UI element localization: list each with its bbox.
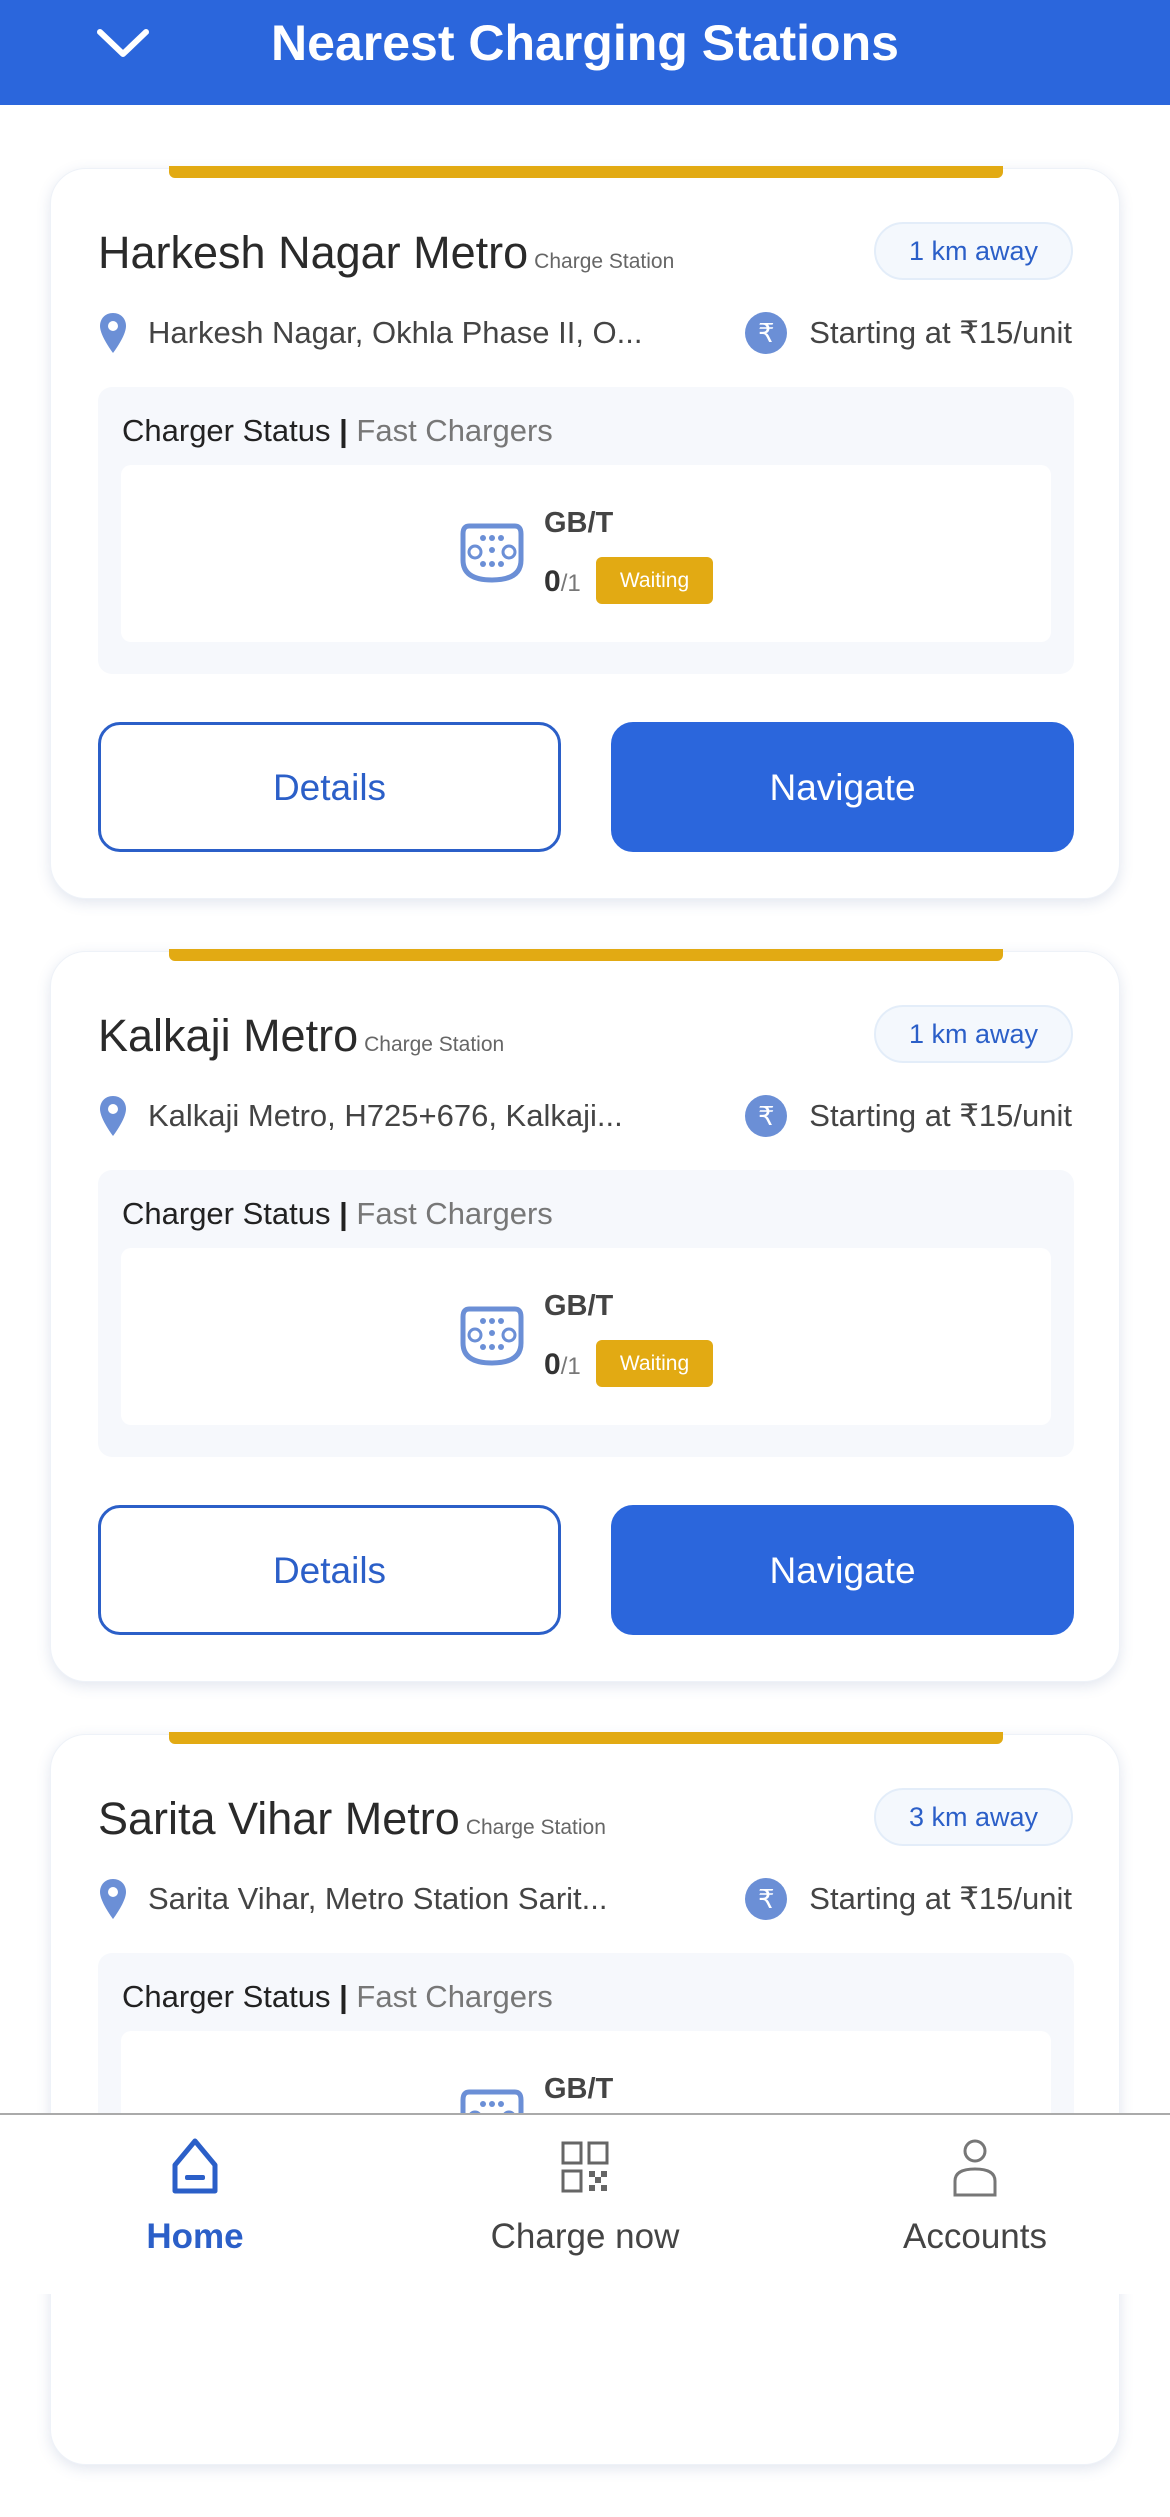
charger-status-panel: Charger Status | Fast Chargers GB/T 0/1 … (98, 1170, 1074, 1457)
charger-type: GB/T (544, 1290, 614, 1322)
nav-home[interactable]: Home (0, 2115, 390, 2296)
station-type: Charge Station (465, 1816, 606, 1839)
card-accent-bar (169, 949, 1003, 961)
distance-badge: 1 km away (874, 1005, 1073, 1063)
nav-charge-now-label: Charge now (490, 2217, 680, 2256)
station-address: Kalkaji Metro, H725+676, Kalkaji... (148, 1098, 623, 1133)
station-type: Charge Station (364, 1033, 505, 1056)
charger-status-heading: Charger Status | Fast Chargers (122, 1196, 553, 1232)
charger-type: GB/T (544, 507, 614, 539)
rupee-icon: ₹ (745, 1095, 788, 1137)
nav-home-label: Home (146, 2217, 244, 2256)
station-type: Charge Station (534, 250, 675, 273)
charger-item: GB/T 0/1 Waiting (121, 1248, 1051, 1425)
gbt-plug-icon (460, 1306, 524, 1366)
status-category: Fast Chargers (356, 413, 553, 448)
station-title: Kalkaji Metro (98, 1010, 359, 1061)
available-count: 0 (544, 1348, 561, 1381)
charger-item: GB/T 0/1 Waiting (121, 465, 1051, 642)
available-count: 0 (544, 565, 561, 598)
price-row: ₹ Starting at ₹15/unit (745, 1094, 1072, 1138)
station-card: Sarita Vihar Metro Charge Station 3 km aw… (50, 1732, 1120, 2465)
user-icon (953, 2139, 997, 2197)
station-price: Starting at ₹15/unit (809, 1098, 1072, 1133)
nav-accounts[interactable]: Accounts (780, 2115, 1170, 2296)
total-count: /1 (560, 1353, 581, 1380)
station-card: Kalkaji Metro Charge Station 1 km away Ka… (50, 949, 1120, 1682)
station-name: Sarita Vihar Metro Charge Station (98, 1793, 606, 1845)
card-accent-bar (169, 1732, 1003, 1744)
station-address: Sarita Vihar, Metro Station Sarit... (148, 1881, 608, 1916)
gbt-plug-icon (460, 523, 524, 583)
station-card: Harkesh Nagar Metro Charge Station 1 km a… (50, 166, 1120, 899)
status-category: Fast Chargers (356, 1979, 553, 2014)
nav-charge-now[interactable]: Charge now (390, 2115, 780, 2296)
location-pin-icon (100, 313, 126, 353)
address-row: Sarita Vihar, Metro Station Sarit... (98, 1877, 607, 1921)
navigate-button[interactable]: Navigate (611, 722, 1074, 852)
charger-status-heading: Charger Status | Fast Chargers (122, 1979, 553, 2015)
card-accent-bar (169, 166, 1003, 178)
charger-status-panel: Charger Status | Fast Chargers GB/T 0/1 … (98, 387, 1074, 674)
station-title: Sarita Vihar Metro (98, 1793, 460, 1844)
location-pin-icon (100, 1096, 126, 1136)
status-separator: | (330, 1979, 357, 2014)
station-name: Harkesh Nagar Metro Charge Station (98, 227, 674, 279)
station-title: Harkesh Nagar Metro (98, 227, 529, 278)
total-count: /1 (560, 570, 581, 597)
address-row: Harkesh Nagar, Okhla Phase II, O... (98, 311, 643, 355)
status-separator: | (330, 1196, 357, 1231)
bottom-nav: Home Charge now Accounts (0, 2113, 1170, 2294)
station-price: Starting at ₹15/unit (809, 1881, 1072, 1916)
status-category: Fast Chargers (356, 1196, 553, 1231)
status-separator: | (330, 413, 357, 448)
distance-badge: 3 km away (874, 1788, 1073, 1846)
details-button[interactable]: Details (98, 722, 561, 852)
price-row: ₹ Starting at ₹15/unit (745, 1877, 1072, 1921)
rupee-icon: ₹ (745, 1878, 788, 1920)
address-row: Kalkaji Metro, H725+676, Kalkaji... (98, 1094, 623, 1138)
rupee-icon: ₹ (745, 312, 788, 354)
home-icon (172, 2138, 218, 2194)
charger-state-badge: Waiting (596, 1340, 713, 1387)
charger-type: GB/T (544, 2073, 614, 2105)
station-name: Kalkaji Metro Charge Station (98, 1010, 504, 1062)
details-button[interactable]: Details (98, 1505, 561, 1635)
station-price: Starting at ₹15/unit (809, 315, 1072, 350)
distance-badge: 1 km away (874, 222, 1073, 280)
charger-availability: 0/1 (544, 565, 581, 599)
navigate-button[interactable]: Navigate (611, 1505, 1074, 1635)
status-label: Charger Status (122, 1979, 331, 2014)
qr-code-icon (561, 2141, 609, 2193)
status-label: Charger Status (122, 413, 331, 448)
station-address: Harkesh Nagar, Okhla Phase II, O... (148, 315, 643, 350)
page-title: Nearest Charging Stations (271, 15, 899, 71)
app-header: Nearest Charging Stations (0, 0, 1170, 105)
status-label: Charger Status (122, 1196, 331, 1231)
location-pin-icon (100, 1879, 126, 1919)
nav-accounts-label: Accounts (903, 2217, 1047, 2256)
price-row: ₹ Starting at ₹15/unit (745, 311, 1072, 355)
charger-state-badge: Waiting (596, 557, 713, 604)
charger-status-heading: Charger Status | Fast Chargers (122, 413, 553, 449)
charger-availability: 0/1 (544, 1348, 581, 1382)
